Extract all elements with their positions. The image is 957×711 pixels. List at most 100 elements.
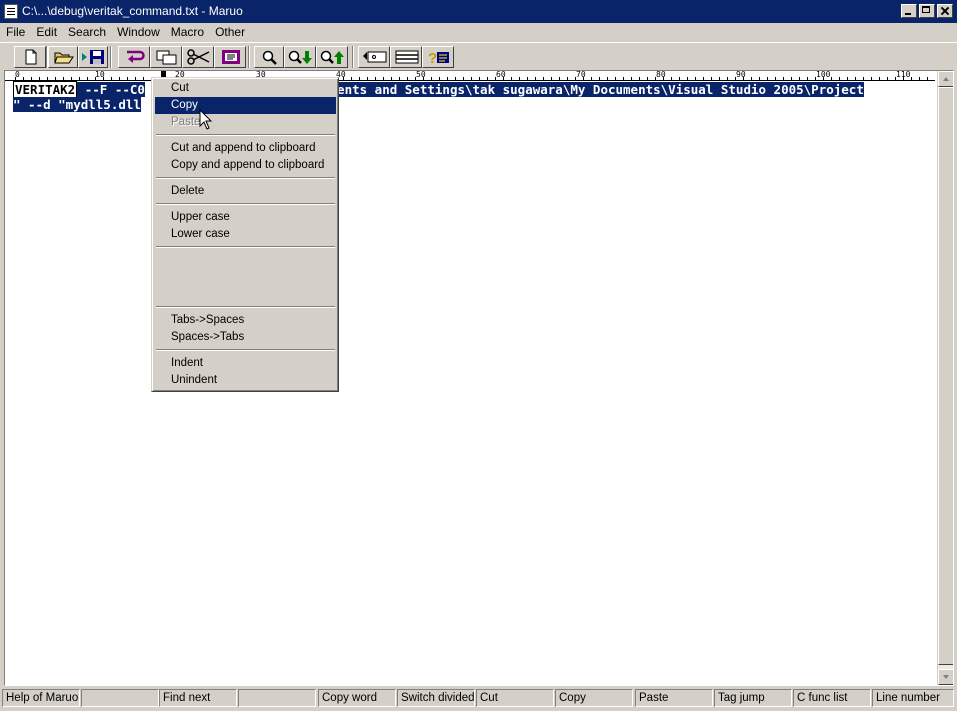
wrap-arrow-icon [127, 50, 145, 63]
find-down-icon [288, 50, 312, 64]
ruler-tick [751, 77, 752, 80]
ruler-tick [631, 77, 632, 80]
ruler-tick [23, 77, 24, 80]
ruler-tick [671, 77, 672, 80]
ruler-tick [719, 77, 720, 80]
ruler-tick [807, 77, 808, 80]
paste-button[interactable] [214, 46, 246, 68]
ruler-tick [703, 77, 704, 80]
scroll-thumb[interactable] [938, 87, 953, 665]
help-button[interactable]: ? [422, 46, 454, 68]
menu-delete[interactable]: Delete [155, 183, 336, 200]
selected-text: " --d "mydll5.dll [13, 97, 141, 112]
menu-window[interactable]: Window [111, 23, 165, 42]
ruler-tick [79, 77, 80, 80]
ruler-tick [927, 77, 928, 80]
menu-edit[interactable]: Edit [30, 23, 62, 42]
title-bar: C:\...\debug\veritak_command.txt - Maruo [0, 0, 957, 23]
save-button[interactable] [78, 46, 108, 68]
ruler-tick [823, 77, 824, 80]
ruler-tick [463, 77, 464, 80]
menu-copy[interactable]: Copy [155, 97, 336, 114]
menu-copy-append[interactable]: Copy and append to clipboard [155, 157, 336, 174]
open-file-button[interactable] [48, 46, 78, 68]
minimize-button[interactable] [901, 4, 917, 18]
ruler-tick [15, 77, 16, 80]
vertical-scrollbar[interactable] [937, 71, 953, 685]
ruler-tick [919, 77, 920, 80]
menu-paste[interactable]: Paste [155, 114, 336, 131]
menu-tabs-to-spaces[interactable]: Tabs->Spaces [155, 312, 336, 329]
ruler-tick [735, 77, 736, 80]
status-empty[interactable] [81, 689, 159, 707]
menu-unindent[interactable]: Unindent [155, 372, 336, 389]
editor-line-1[interactable]: VERITAK2 --F --C0 ocuments and Settings\t… [13, 81, 864, 98]
status-copy[interactable]: Copy [555, 689, 633, 707]
status-copy-word[interactable]: Copy word [318, 689, 396, 707]
new-file-icon [25, 49, 37, 65]
ruler-tick [591, 77, 592, 80]
word-wrap-button[interactable] [118, 46, 150, 68]
menu-macro[interactable]: Macro [165, 23, 209, 42]
ruler-tick [87, 77, 88, 80]
menu-search[interactable]: Search [62, 23, 111, 42]
selected-text: --F --C0 [77, 82, 145, 97]
status-paste[interactable]: Paste [635, 689, 713, 707]
menu-separator [156, 349, 335, 351]
ruler-tick [559, 77, 560, 80]
scissors-icon [187, 49, 210, 65]
status-cut[interactable]: Cut [476, 689, 554, 707]
menu-other[interactable]: Other [209, 23, 250, 42]
ruler-tick [815, 77, 816, 80]
menu-lower-case[interactable]: Lower case [155, 226, 336, 243]
ruler-tick [879, 77, 880, 80]
find-previous-button[interactable] [316, 46, 348, 68]
ruler-tick [535, 77, 536, 80]
menu-separator [156, 134, 335, 136]
ruler-tick [767, 77, 768, 80]
app-document-icon[interactable] [4, 4, 18, 19]
maximize-button[interactable] [919, 4, 935, 18]
ruler-tick [503, 77, 504, 80]
ruler-tick [519, 77, 520, 80]
ruler-tick [783, 77, 784, 80]
menu-separator [156, 177, 335, 179]
new-file-button[interactable] [14, 46, 46, 68]
status-switch-window[interactable]: Switch divided window [397, 689, 475, 707]
menu-bar: File Edit Search Window Macro Other [0, 23, 957, 42]
find-button[interactable] [254, 46, 284, 68]
status-empty[interactable] [238, 689, 316, 707]
toolbar-separator [110, 46, 112, 68]
find-next-button[interactable] [284, 46, 316, 68]
menu-cut[interactable]: Cut [155, 80, 336, 97]
status-c-func-list[interactable]: C func list [793, 689, 871, 707]
ruler-tick [711, 77, 712, 80]
status-find-next[interactable]: Find next [159, 689, 237, 707]
ruler-tick [359, 77, 360, 80]
menu-file[interactable]: File [0, 23, 30, 42]
status-help[interactable]: Help of Maruo [2, 689, 80, 707]
status-tag-jump[interactable]: Tag jump [714, 689, 792, 707]
close-button[interactable] [937, 4, 953, 18]
menu-upper-case[interactable]: Upper case [155, 209, 336, 226]
editor-line-2[interactable]: " --d "mydll5.dll [13, 97, 141, 112]
menu-indent[interactable]: Indent [155, 355, 336, 372]
menu-separator [156, 306, 335, 308]
scroll-up-button[interactable] [938, 71, 953, 87]
status-line-number[interactable]: Line number [872, 689, 954, 707]
scroll-down-button[interactable] [938, 669, 953, 685]
ruler-tick [791, 77, 792, 80]
ruler-label: 70 [576, 71, 586, 79]
menu-spaces-to-tabs[interactable]: Spaces->Tabs [155, 329, 336, 346]
text-editor[interactable]: 0 10 20 30 40 50 60 70 80 90 100 110 VER… [4, 70, 954, 686]
ruler-tick [839, 77, 840, 80]
toolbar-separator [248, 46, 250, 68]
ruler-tick [31, 77, 32, 80]
menu-cut-append[interactable]: Cut and append to clipboard [155, 140, 336, 157]
ruler-tick [439, 77, 440, 80]
copy-window-button[interactable] [150, 46, 182, 68]
split-window-button[interactable] [390, 46, 422, 68]
ruler-tick [511, 77, 512, 80]
cut-button[interactable] [182, 46, 214, 68]
tag-jump-button[interactable] [358, 46, 390, 68]
